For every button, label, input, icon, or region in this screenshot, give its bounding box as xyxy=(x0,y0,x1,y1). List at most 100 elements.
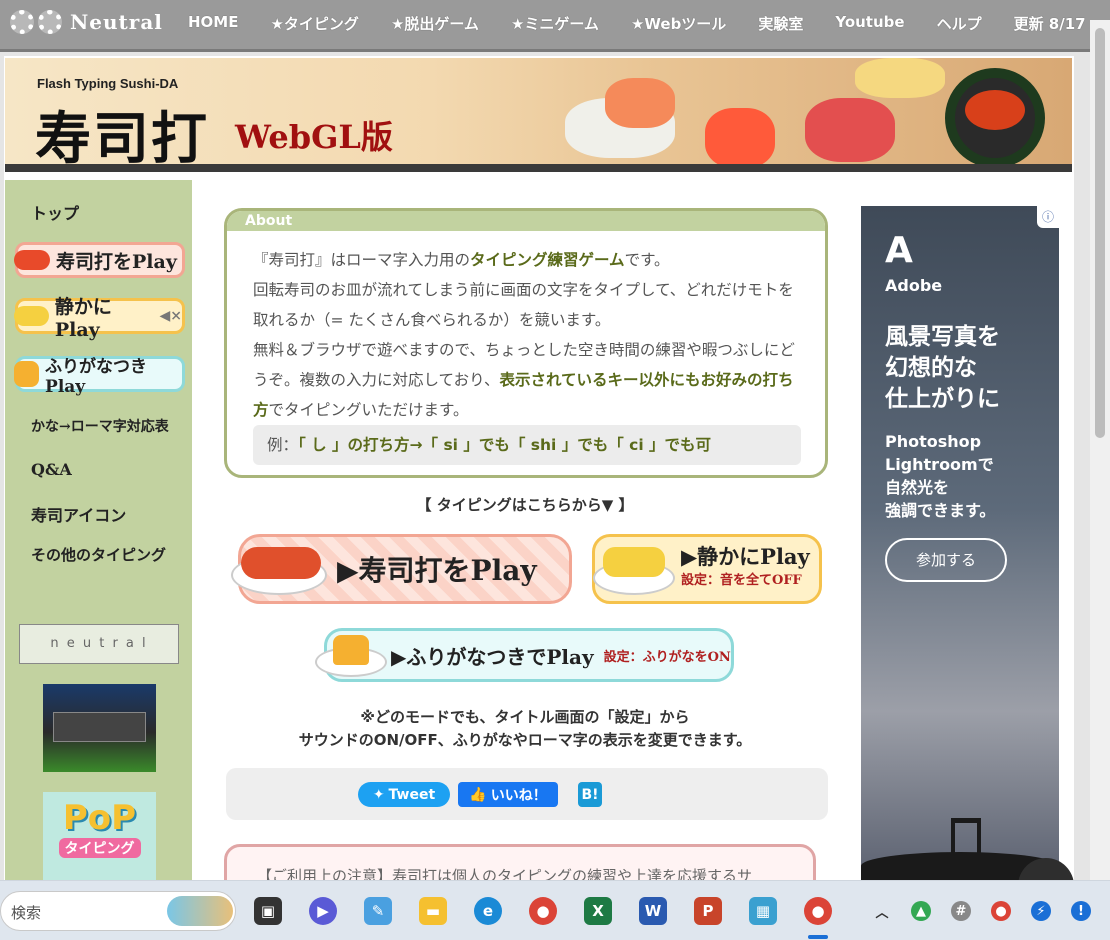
tweet-button[interactable]: ✦ Tweet xyxy=(358,782,450,807)
sushi-image xyxy=(705,108,775,164)
tamago-sushi-icon xyxy=(603,547,665,577)
nav-item-help[interactable]: ヘルプ xyxy=(937,13,982,34)
neutral-banner[interactable]: n e u t r a l xyxy=(19,624,179,664)
caution-box: 【ご利用上の注意】寿司打は個人のタイピングの練習や上達を応援するサ xyxy=(224,844,816,880)
windows-taskbar: 検索 ▣ ▶ ✎ ▬ e ● X W P ▦ ● ︿ ▲ # ● ⚡ ! xyxy=(0,880,1110,940)
sidebar-button-play[interactable]: 寿司打をPlay xyxy=(14,242,185,278)
word-icon[interactable]: W xyxy=(639,897,667,925)
pudding-icon xyxy=(333,635,369,665)
about-text: 『寿司打』はローマ字入力用のタイピング練習ゲームです。 回転寿司のお皿が流れてし… xyxy=(253,245,801,425)
example-box: 例：「 し 」の打ち方→「 si 」でも「 shi 」でも「 ci 」でも可 xyxy=(253,425,801,465)
chrome-icon[interactable]: ● xyxy=(529,897,557,925)
search-highlight-image xyxy=(167,896,233,926)
site-logo[interactable]: Neutral xyxy=(10,10,163,34)
play-quiet-button[interactable]: ▶静かにPlay 設定：音を全てOFF xyxy=(592,534,822,604)
task-view-icon[interactable]: ▣ xyxy=(254,897,282,925)
sidebar-item-top[interactable]: トップ xyxy=(31,200,79,224)
about-line3-c: でタイピングいただけます。 xyxy=(268,401,469,419)
like-label: いいね！ xyxy=(490,787,547,804)
nav-item-updates[interactable]: 更新 8/17 xyxy=(1014,13,1086,34)
facebook-like-button[interactable]: 👍 いいね！ xyxy=(458,782,558,807)
sushi-icon xyxy=(14,250,50,270)
vertical-scrollbar[interactable] xyxy=(1090,20,1110,880)
share-bar: ✦ Tweet 👍 いいね！ B! xyxy=(226,768,828,820)
settings-note: ※どのモードでも、タイトル画面の「設定」から サウンドのON/OFF、ふりがなや… xyxy=(222,706,828,752)
mute-icon: ◀× xyxy=(159,308,183,324)
page-content: Flash Typing Sushi-DA 寿司打 WebGL版 トップ 寿司打… xyxy=(4,56,1074,880)
sidebar-item-kana-romaji[interactable]: かな→ローマ字対応表 xyxy=(31,416,169,436)
note-line2: サウンドのON/OFF、ふりがなやローマ字の表示を変更できます。 xyxy=(298,731,752,749)
chrome-tray-icon[interactable]: ● xyxy=(991,901,1011,921)
play-furigana-sub: 設定：ふりがなをON xyxy=(603,649,731,665)
nav-menu: HOME ★タイピング ★脱出ゲーム ★ミニゲーム ★Webツール 実験室 Yo… xyxy=(188,13,1110,34)
logo-text: Neutral xyxy=(70,10,163,34)
paint-icon[interactable]: ✎ xyxy=(364,897,392,925)
ad-brand: Adobe xyxy=(885,276,943,295)
sidebar-button-quiet-play[interactable]: 静かにPlay ◀× xyxy=(14,296,185,341)
typing-game-banner[interactable] xyxy=(43,684,156,772)
lightning-icon[interactable]: ⚡ xyxy=(1031,901,1051,921)
play-furigana-button[interactable]: ▶ふりがなつきでPlay 設定：ふりがなをON xyxy=(315,628,734,682)
browser-viewport: Neutral HOME ★タイピング ★脱出ゲーム ★ミニゲーム ★Webツー… xyxy=(0,0,1110,880)
play-furigana-label: ▶ふりがなつきでPlay xyxy=(391,644,594,669)
about-heading: About xyxy=(245,213,293,229)
nav-item-web-tools[interactable]: ★Webツール xyxy=(631,13,726,34)
sidebar-item-qa[interactable]: Q&A xyxy=(31,460,72,479)
sushi-icon xyxy=(241,547,321,579)
nav-item-escape-games[interactable]: ★脱出ゲーム xyxy=(391,13,479,34)
edge-icon[interactable]: e xyxy=(474,897,502,925)
slack-icon[interactable]: # xyxy=(951,901,971,921)
example-text: 「 し 」の打ち方→「 si 」でも「 shi 」でも「 ci 」でも可 xyxy=(298,436,712,454)
banner-edition: WebGL版 xyxy=(235,118,393,156)
hatena-bookmark-button[interactable]: B! xyxy=(578,782,602,807)
nav-item-lab[interactable]: 実験室 xyxy=(758,13,803,34)
gear-icon xyxy=(10,10,34,34)
play-sushida-button[interactable]: ▶寿司打をPlay xyxy=(231,534,572,604)
about-line1-a: 『寿司打』はローマ字入力用の xyxy=(253,251,471,269)
thumbs-up-icon: 👍 xyxy=(469,786,487,803)
about-line1-b: タイピング練習ゲーム xyxy=(470,251,625,269)
file-explorer-icon[interactable]: ▬ xyxy=(419,897,447,925)
powerpoint-icon[interactable]: P xyxy=(694,897,722,925)
sidebar-button-label: 静かにPlay xyxy=(54,295,112,341)
teams-chat-icon[interactable]: ▶ xyxy=(309,897,337,925)
adchoices-icon[interactable]: ⓘ xyxy=(1037,206,1059,228)
gear-icon xyxy=(38,10,62,34)
ad-cta-button[interactable]: 参加する xyxy=(885,538,1007,582)
torii-silhouette xyxy=(951,818,981,854)
nav-item-typing[interactable]: ★タイピング xyxy=(270,13,358,34)
about-header: About xyxy=(227,211,825,231)
sidebar-item-sushi-icon[interactable]: 寿司アイコン xyxy=(31,502,126,526)
taskbar-search[interactable]: 検索 xyxy=(0,891,236,931)
sidebar-item-other-typing[interactable]: その他のタイピング xyxy=(31,544,166,565)
keyboard-image xyxy=(53,712,146,742)
pudding-icon xyxy=(14,361,40,387)
security-shield-icon[interactable]: ! xyxy=(1071,901,1091,921)
top-navigation: Neutral HOME ★タイピング ★脱出ゲーム ★ミニゲーム ★Webツー… xyxy=(0,0,1110,52)
chrome-profile-icon[interactable]: ● xyxy=(804,897,832,925)
pop-typing-banner[interactable]: PoP タイピング xyxy=(43,792,156,880)
nav-item-mini-games[interactable]: ★ミニゲーム xyxy=(511,13,599,34)
sushi-image xyxy=(605,78,675,128)
sidebar-button-furigana-play[interactable]: ふりがなつきPlay xyxy=(14,356,185,397)
ad-headline: 風景写真を 幻想的な 仕上がりに xyxy=(885,324,1000,412)
nav-item-youtube[interactable]: Youtube xyxy=(835,13,904,34)
sidebar-button-label: 寿司打をPlay xyxy=(56,250,177,273)
chevron-up-icon[interactable]: ︿ xyxy=(872,901,892,921)
sushi-image xyxy=(805,98,895,162)
banner-subtitle: Flash Typing Sushi-DA xyxy=(37,76,179,91)
nav-item-home[interactable]: HOME xyxy=(188,13,238,34)
scrollbar-thumb[interactable] xyxy=(1095,28,1105,438)
adobe-advertisement[interactable]: ⓘ A Adobe 風景写真を 幻想的な 仕上がりに Photoshop Lig… xyxy=(861,206,1059,880)
sidebar-button-label: ふりがなつきPlay xyxy=(45,356,148,397)
sushi-image xyxy=(965,90,1025,130)
tamago-sushi-icon xyxy=(14,306,49,326)
about-line2: 回転寿司のお皿が流れてしまう前に画面の文字をタイプして、どれだけモトを取れるか（… xyxy=(253,281,794,329)
tweet-label: Tweet xyxy=(388,786,436,803)
excel-icon[interactable]: X xyxy=(584,897,612,925)
azure-icon[interactable]: ▦ xyxy=(749,897,777,925)
note-line1: ※どのモードでも、タイトル画面の「設定」から xyxy=(360,708,690,726)
play-quiet-label: ▶静かにPlay xyxy=(681,544,810,569)
google-drive-icon[interactable]: ▲ xyxy=(911,901,931,921)
example-label: 例： xyxy=(267,436,299,454)
